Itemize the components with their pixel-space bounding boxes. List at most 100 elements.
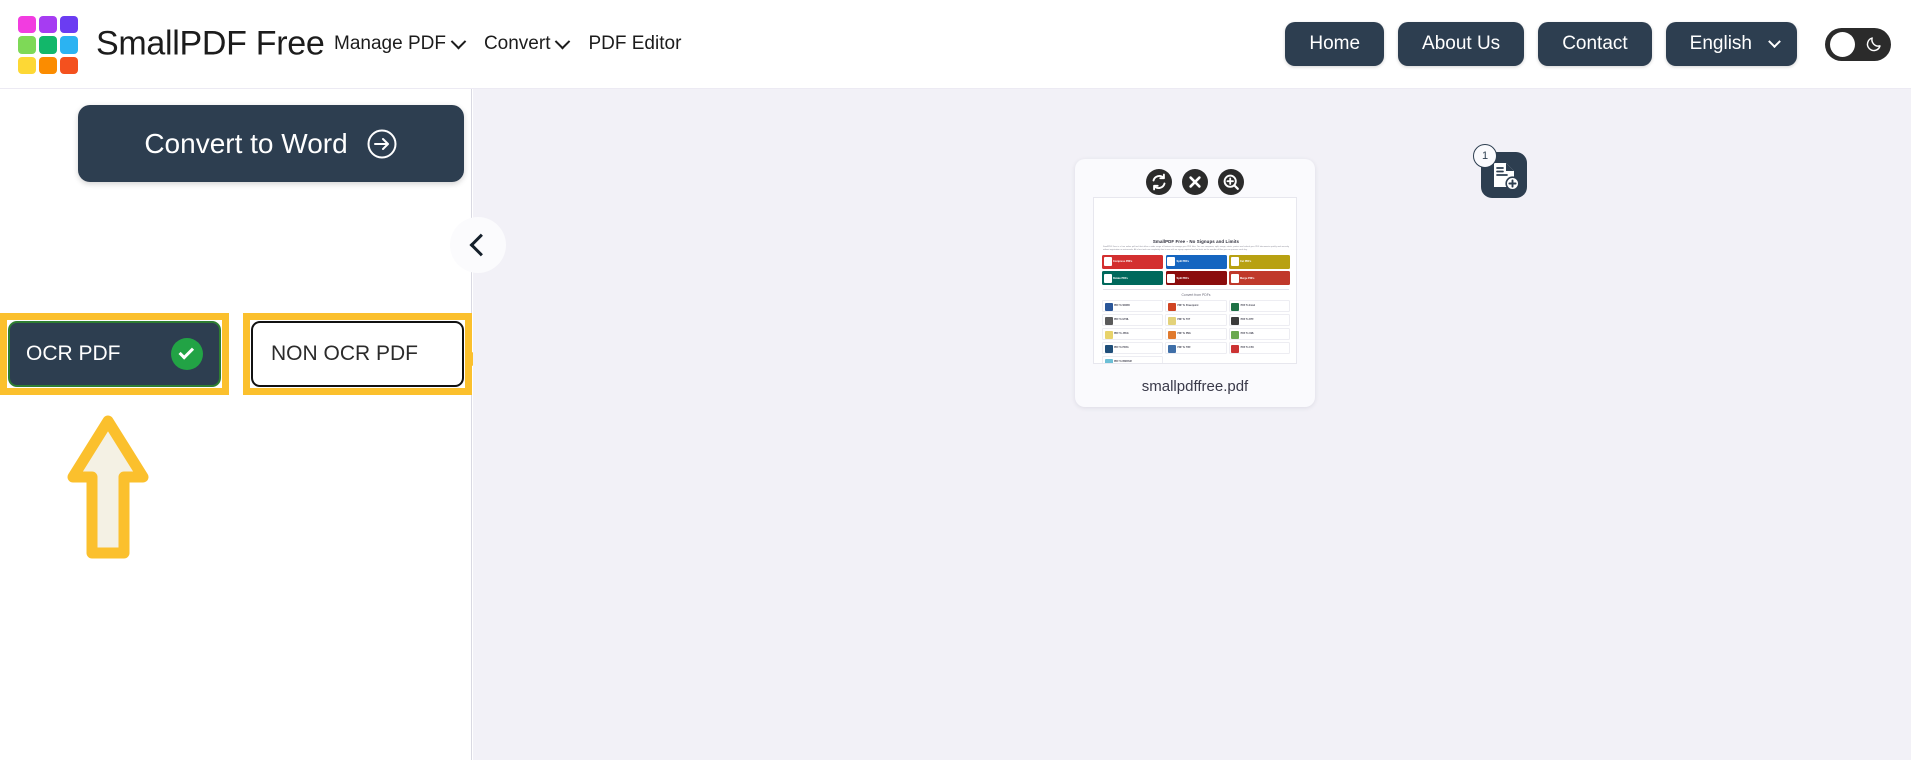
file-icon: [1231, 316, 1240, 325]
page-count-badge: 1: [1473, 144, 1497, 168]
preview-convert-item-label: PDF To BMP/GIF: [1114, 360, 1133, 363]
pdf-workspace: SmallPDF Free - No Signups and Limits Sm…: [473, 89, 1911, 760]
about-us-button[interactable]: About Us: [1398, 22, 1525, 66]
arrow-right-circle-icon: [367, 129, 397, 158]
preview-section-convert-from: Convert from PDFs: [1103, 289, 1289, 297]
preview-feature-card: Split PDFs: [1165, 254, 1227, 269]
logo-cell-6: [60, 36, 78, 54]
file-icon: [1104, 344, 1113, 353]
preview-convert-item-label: PDF To Powerpoint: [1177, 304, 1199, 307]
language-label: English: [1689, 33, 1752, 54]
delete-icon[interactable]: [1182, 169, 1208, 195]
preview-convert-item-label: PDF To WORD: [1114, 304, 1130, 307]
preview-feature-card-label: Split PDFs: [1176, 276, 1190, 280]
preview-convert-item-label: PDF To TXT: [1177, 318, 1191, 321]
preview-convert-item: PDF To Powerpoint: [1165, 299, 1227, 312]
ocr-pdf-option[interactable]: OCR PDF: [8, 321, 221, 387]
file-icon: [1231, 302, 1240, 311]
non-ocr-pdf-option[interactable]: NON OCR PDF: [251, 321, 464, 387]
preview-convert-item: PDF To BMP/GIF: [1102, 355, 1164, 363]
primary-navigation: Manage PDF Convert PDF Editor: [334, 33, 681, 55]
logo-cell-9: [60, 56, 78, 74]
non-ocr-pdf-label: NON OCR PDF: [271, 342, 418, 365]
preview-convert-item-label: PDF To TIFF: [1177, 346, 1191, 349]
convert-to-word-label: Convert to Word: [144, 127, 348, 159]
chevron-left-icon: [469, 233, 493, 257]
chevron-down-icon: [555, 33, 571, 49]
preview-intro: SmallPDF Free is a free online pdf tool …: [1103, 246, 1289, 251]
preview-convert-item-label: PDF To PDFA: [1114, 346, 1129, 349]
logo-cell-4: [18, 36, 36, 54]
preview-feature-card-label: Compress PDFs: [1113, 260, 1133, 264]
left-sidebar: Convert to Word OCR PDF NON OCR PDF: [0, 89, 614, 760]
home-button[interactable]: Home: [1285, 22, 1385, 66]
preview-convert-item-label: PDF To Excel: [1240, 304, 1256, 307]
preview-convert-item: PDF To WORD: [1102, 299, 1164, 312]
app-header: SmallPDF Free Manage PDF Convert PDF Edi…: [0, 0, 1911, 89]
pdf-page-thumbnail-card[interactable]: SmallPDF Free - No Signups and Limits Sm…: [1075, 159, 1315, 407]
file-icon: [1230, 273, 1239, 283]
file-icon: [1103, 273, 1112, 283]
thumbnail-toolbar: [1075, 169, 1315, 195]
zoom-in-icon[interactable]: [1218, 169, 1244, 195]
add-page-button[interactable]: 1: [1473, 144, 1527, 198]
preview-feature-card: Rotate PDFs: [1102, 271, 1163, 286]
logo-cell-2: [39, 16, 57, 34]
logo-cell-1: [18, 16, 36, 34]
preview-feature-card: Split PDFs: [1165, 271, 1227, 286]
logo-cell-3: [60, 16, 78, 34]
brand-title: SmallPDF Free: [96, 24, 325, 63]
preview-feature-card-label: Rotate PDFs: [1113, 276, 1128, 280]
language-selector[interactable]: English: [1665, 22, 1797, 66]
file-icon: [1167, 316, 1176, 325]
nav-item-pdf-editor[interactable]: PDF Editor: [588, 33, 681, 55]
logo-cell-7: [18, 56, 36, 74]
preview-convert-item: PDF To PDFA: [1102, 341, 1164, 354]
up-arrow-annotation-icon: [67, 415, 149, 559]
file-icon: [1104, 330, 1113, 339]
preview-convert-item: PDF To PNG: [1165, 327, 1227, 340]
preview-feature-cards: Compress PDFs Split PDFs Cut PDFs Rotate PD…: [1102, 254, 1290, 286]
check-mark: [178, 344, 195, 360]
file-icon: [1231, 344, 1240, 353]
preview-convert-item: PDF To CSV: [1228, 341, 1290, 354]
preview-feature-card: Cut PDFs: [1229, 254, 1290, 269]
file-icon: [1104, 316, 1113, 325]
nav-item-convert[interactable]: Convert: [483, 33, 571, 55]
preview-convert-item: PDF To TXT: [1165, 313, 1227, 326]
rotate-icon[interactable]: [1146, 169, 1172, 195]
preview-feature-card: Compress PDFs: [1102, 254, 1163, 269]
pdf-page-preview: SmallPDF Free - No Signups and Limits Sm…: [1093, 197, 1297, 364]
preview-title: SmallPDF Free - No Signups and Limits: [1152, 239, 1240, 244]
nav-item-manage-pdf[interactable]: Manage PDF: [334, 33, 467, 55]
ocr-pdf-label: OCR PDF: [26, 342, 121, 365]
preview-convert-item-label: PDF To RTF: [1240, 318, 1254, 321]
theme-toggle[interactable]: [1825, 27, 1891, 61]
moon-icon: [1866, 37, 1881, 52]
app-logo[interactable]: [18, 16, 78, 74]
convert-to-word-button[interactable]: Convert to Word: [78, 105, 464, 182]
preview-convert-item-label: PDF To CSV: [1240, 346, 1254, 349]
contact-button[interactable]: Contact: [1538, 22, 1652, 66]
nav-item-label: Manage PDF: [334, 33, 446, 54]
nav-item-label: PDF Editor: [588, 33, 682, 54]
pdf-filename: smallpdffree.pdf: [1141, 378, 1249, 395]
preview-convert-item: PDF To JPEG: [1102, 327, 1164, 340]
chevron-down-icon: [1768, 34, 1781, 48]
preview-convert-items: PDF To WORD PDF To Powerpoint PDF To Excel…: [1102, 299, 1290, 363]
nav-item-label: Convert: [483, 33, 551, 54]
sidebar-collapse-button[interactable]: [450, 217, 506, 273]
preview-convert-item-label: PDF To HTML: [1114, 318, 1129, 321]
preview-convert-item: PDF To HTML: [1102, 313, 1164, 326]
toggle-knob: [1830, 31, 1855, 57]
file-icon: [1104, 358, 1113, 363]
preview-convert-item-label: PDF To XML: [1240, 332, 1255, 335]
preview-feature-card-label: Cut PDFs: [1240, 260, 1252, 264]
check-circle-icon: [171, 338, 203, 370]
preview-convert-item: PDF To XML: [1228, 327, 1290, 340]
file-icon: [1167, 257, 1175, 267]
header-actions: Home About Us Contact English: [1285, 22, 1891, 66]
preview-feature-card-label: Split PDFs: [1176, 260, 1190, 264]
preview-convert-item: PDF To TIFF: [1165, 341, 1227, 354]
preview-convert-item: PDF To Excel: [1228, 299, 1290, 312]
